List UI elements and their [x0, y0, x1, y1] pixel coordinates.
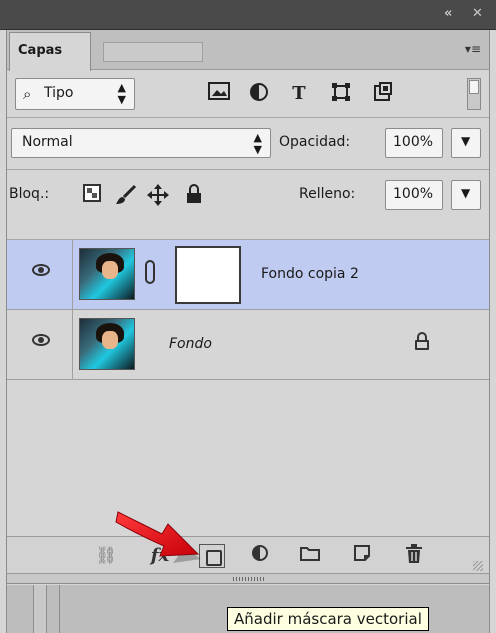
layer-row-fondo[interactable]: Fondo [7, 310, 489, 380]
tab-bar-empty-area [103, 42, 203, 62]
filter-toggle-switch[interactable] [467, 78, 481, 110]
layers-list: Fondo copia 2 Fondo [7, 240, 489, 536]
new-layer-icon[interactable] [349, 544, 375, 568]
layer-name: Fondo copia 2 [261, 266, 359, 282]
new-group-icon[interactable] [297, 544, 323, 568]
shape-filter-icon[interactable] [329, 82, 353, 106]
layer-thumbnail [79, 248, 135, 300]
fill-value: 100% [393, 186, 434, 202]
eye-icon[interactable] [32, 264, 50, 276]
opacity-dropdown-button[interactable]: ▼ [451, 128, 481, 158]
layer-name: Fondo [169, 336, 212, 352]
blend-row: Normal ▲ ▼ Opacidad: 100% ▼ [7, 118, 489, 170]
opacity-input[interactable]: 100% [385, 128, 443, 158]
collapse-panel-button[interactable]: « [444, 7, 452, 21]
search-icon: ⌕ [23, 85, 32, 103]
panel-resize-handle[interactable] [7, 574, 489, 584]
link-layers-icon[interactable]: ⛓ [93, 544, 119, 568]
mask-link-icon[interactable] [145, 260, 155, 284]
layer-style-icon[interactable]: fx [147, 544, 173, 568]
layers-bottom-toolbar: ⛓ fx [7, 536, 489, 574]
updown-arrows-icon: ▲ ▼ [253, 131, 262, 156]
visibility-column [7, 310, 73, 380]
layer-mask-thumbnail[interactable] [175, 246, 241, 304]
add-vector-mask-icon[interactable] [199, 544, 225, 568]
filter-kind-label: Tipo [44, 85, 74, 101]
panel-title-bar: « ✕ [0, 0, 496, 30]
resize-grip-icon[interactable] [473, 561, 483, 571]
fill-input[interactable]: 100% [385, 180, 443, 210]
thumb-face [102, 331, 118, 349]
updown-arrows-icon: ▲ ▼ [117, 81, 126, 106]
lower-panel-scrollbar[interactable] [33, 585, 47, 633]
adjustment-filter-icon[interactable] [247, 82, 271, 106]
tooltip-add-vector-mask: Añadir máscara vectorial [227, 607, 429, 631]
filter-kind-select[interactable]: ⌕ Tipo ▲ ▼ [15, 78, 135, 110]
eye-icon[interactable] [32, 334, 50, 346]
visibility-column [7, 240, 73, 310]
image-filter-icon[interactable] [207, 82, 231, 106]
blend-mode-select[interactable]: Normal ▲ ▼ [11, 128, 271, 158]
padlock-icon [415, 332, 429, 350]
layer-thumbnail [79, 318, 135, 370]
adjustment-layer-icon[interactable] [247, 544, 273, 568]
fill-label: Relleno: [299, 186, 356, 202]
lock-all-icon[interactable] [183, 184, 205, 206]
opacity-value: 100% [393, 134, 434, 150]
lock-label: Bloq.: [9, 186, 50, 202]
padlock-body [415, 340, 429, 350]
blend-mode-value: Normal [22, 134, 73, 150]
layer-row-fondo-copia-2[interactable]: Fondo copia 2 [7, 240, 489, 310]
lock-position-icon[interactable] [147, 184, 169, 206]
opacity-label: Opacidad: [279, 134, 351, 150]
lock-row: Bloq.: Relleno: 100% ▼ [7, 170, 489, 240]
toggle-knob [469, 80, 479, 94]
type-filter-icon[interactable]: T [287, 82, 311, 106]
lower-panel-divider [59, 585, 60, 633]
lock-image-pixels-icon[interactable] [115, 184, 137, 206]
delete-layer-icon[interactable] [401, 544, 427, 568]
chevron-down-icon: ▼ [461, 186, 471, 200]
chevron-down-icon: ▼ [461, 134, 471, 148]
resize-ticks [233, 577, 265, 581]
lock-transparent-pixels-icon[interactable] [81, 184, 103, 206]
smart-object-filter-icon[interactable] [371, 82, 395, 106]
thumb-face [102, 261, 118, 279]
tab-capas[interactable]: Capas [9, 32, 91, 71]
close-panel-button[interactable]: ✕ [472, 7, 483, 21]
tab-bar: Capas ▾≡ [7, 30, 489, 71]
fill-dropdown-button[interactable]: ▼ [451, 180, 481, 210]
panel-menu-icon[interactable]: ▾≡ [465, 42, 481, 56]
layers-panel: Capas ▾≡ ⌕ Tipo ▲ ▼ T Normal ▲ ▼ Opacidad: [6, 30, 490, 633]
filter-row: ⌕ Tipo ▲ ▼ T [7, 70, 489, 118]
